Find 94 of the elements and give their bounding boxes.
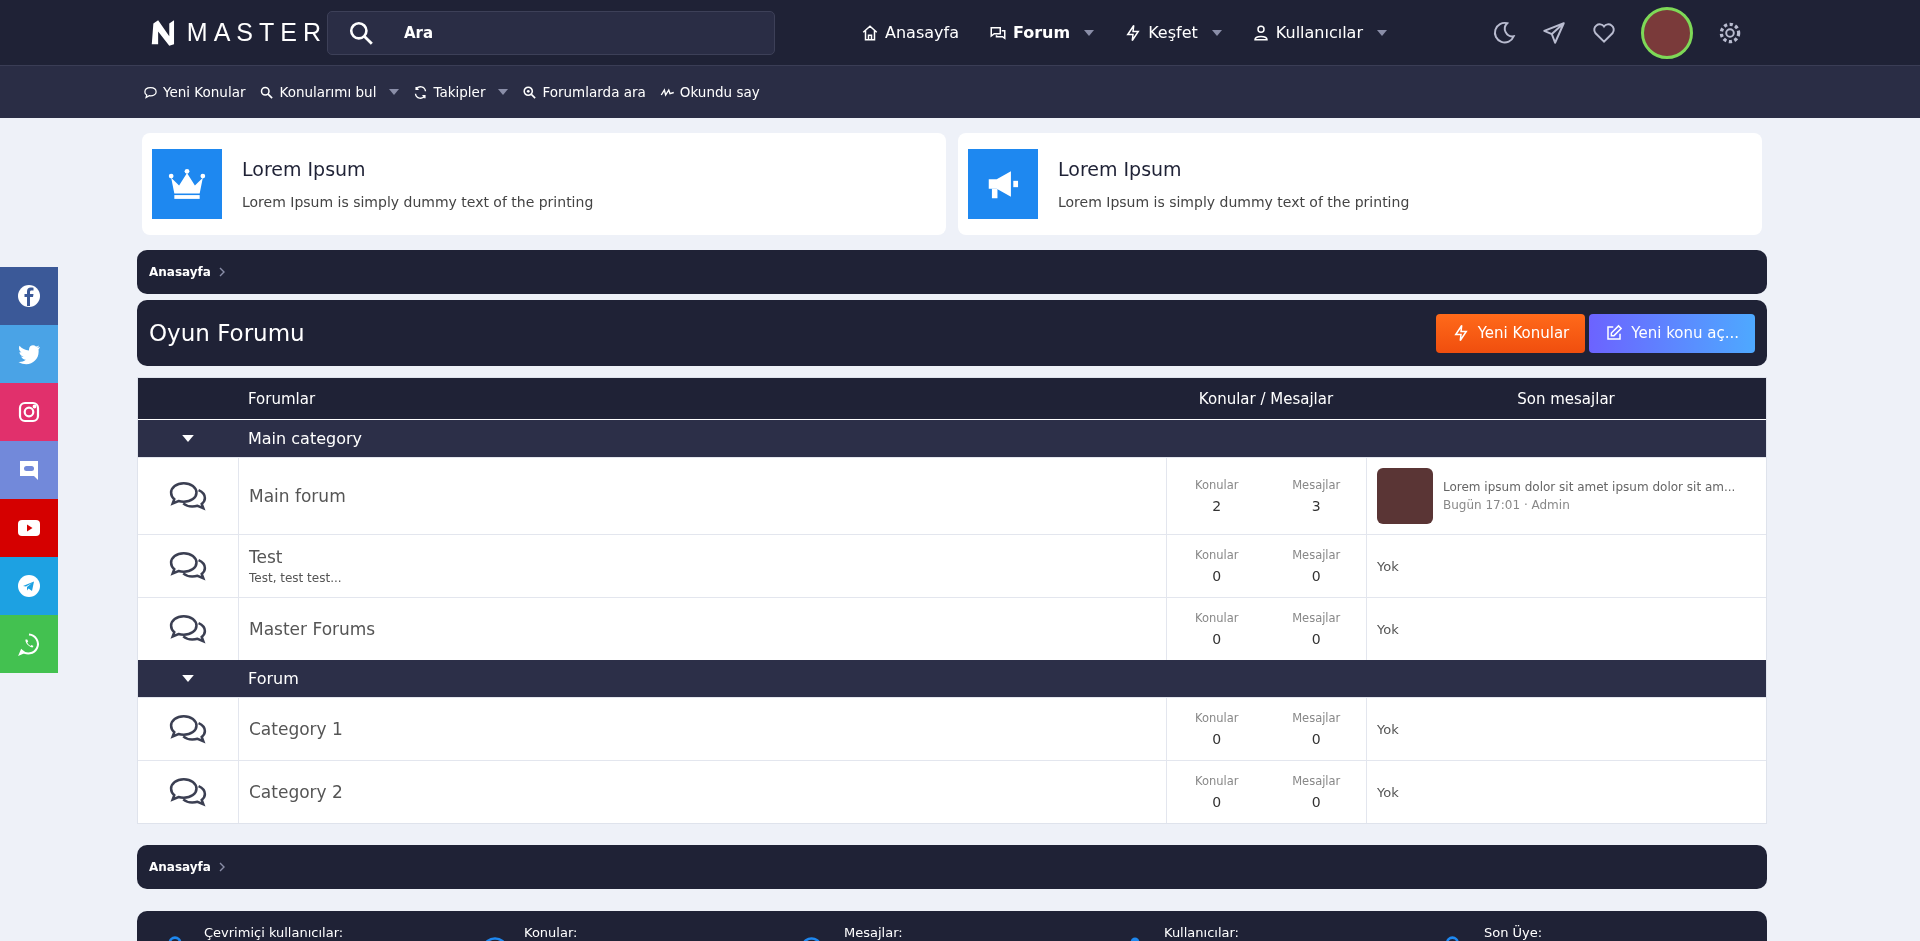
instagram-icon [17, 400, 41, 424]
discord-icon [17, 458, 41, 482]
stat-label: Konular [1193, 478, 1240, 492]
column-header: Forumlar [248, 389, 316, 408]
home-icon [861, 23, 879, 42]
stat-value: 0 [1211, 731, 1223, 747]
sub-nav-link[interactable]: Konularımı bul [259, 84, 400, 100]
stat-value: 0 [1310, 731, 1322, 747]
user-avatar[interactable] [1641, 6, 1693, 59]
stat-label: Konular [1193, 611, 1240, 625]
stat-label: Mesajlar [1291, 478, 1342, 492]
twitter-icon [17, 342, 41, 366]
stat-label: Mesajlar: [844, 925, 903, 940]
edit-icon [1605, 324, 1624, 342]
breadcrumb-link[interactable]: Anasayfa [149, 265, 211, 279]
moon-icon[interactable] [1491, 19, 1517, 46]
chevron-icon [218, 862, 225, 872]
card-title: Lorem Ipsum [242, 158, 367, 180]
whatsapp-icon [17, 632, 41, 656]
logo-text[interactable]: MASTER [186, 18, 327, 47]
social-share-button[interactable] [0, 267, 58, 325]
refresh-icon [413, 84, 429, 100]
nav-tab[interactable]: Keşfet [1124, 23, 1222, 42]
card-title: Lorem Ipsum [1058, 158, 1183, 180]
search-bar[interactable]: Ara [327, 10, 775, 55]
nav-tab[interactable]: Kullanıcılar [1251, 23, 1387, 42]
chat-icon [143, 84, 158, 100]
empty-text: Yok [1377, 621, 1399, 637]
facebook-icon [17, 284, 41, 308]
forum-description: Test, test test... [249, 571, 342, 585]
social-share-button[interactable] [0, 441, 58, 499]
user-icon [1251, 23, 1270, 42]
nav-tab[interactable]: Forum [988, 23, 1095, 42]
stat-value: 3 [1310, 498, 1322, 514]
stat-value: 0 [1211, 794, 1223, 810]
stat-value: 2 [1211, 498, 1223, 514]
chat-bubbles-icon [169, 713, 207, 745]
chevron-icon [218, 267, 225, 277]
stat-label: Mesajlar [1291, 611, 1342, 625]
sub-nav-link[interactable]: Okundu say [659, 84, 760, 100]
chat-bubbles-icon [169, 550, 207, 582]
stat-label: Mesajlar [1291, 548, 1342, 562]
chat-bubbles-icon [169, 480, 207, 512]
stat-label: Mesajlar [1291, 711, 1342, 725]
column-header: Son mesajlar [1517, 389, 1615, 408]
stat-label: Konular [1193, 548, 1240, 562]
stat-value: 0 [1310, 568, 1322, 584]
stat-label: Çevrimiçi kullanıcılar: [204, 925, 344, 940]
forum-link[interactable]: Master Forums [249, 619, 376, 639]
forum-link[interactable]: Category 2 [249, 782, 343, 802]
search-icon [259, 84, 275, 100]
stat-value: 0 [1310, 631, 1322, 647]
sub-nav-link[interactable]: Yeni Konular [143, 84, 246, 100]
category-header[interactable]: Main category [138, 420, 1766, 457]
page-title: Oyun Forumu [149, 320, 305, 346]
category-title[interactable]: Main category [248, 429, 362, 448]
stat-label: Konular [1193, 711, 1240, 725]
stat-label: Konular: [524, 925, 578, 940]
forum-link[interactable]: Main forum [249, 486, 346, 506]
social-share-button[interactable] [0, 383, 58, 441]
paper-plane-icon[interactable] [1541, 19, 1567, 46]
stat-label: Mesajlar [1291, 774, 1342, 788]
stat-label: Son Üye: [1484, 925, 1543, 940]
nav-tab[interactable]: Anasayfa [861, 23, 959, 42]
stat-label: Kullanıcılar: [1164, 925, 1239, 940]
card-text: Lorem Ipsum is simply dummy text of the printing [1058, 194, 1410, 210]
card-text: Lorem Ipsum is simply dummy text of the printing [242, 194, 594, 210]
stat-value: 0 [1211, 631, 1223, 647]
column-header: Konular / Mesajlar [1198, 389, 1334, 408]
stat-value: 0 [1211, 568, 1223, 584]
chat-bubbles-icon [169, 776, 207, 808]
social-share-button[interactable] [0, 557, 58, 615]
sub-nav-link[interactable]: Takipler [413, 84, 509, 100]
category-title[interactable]: Forum [248, 669, 299, 688]
sub-nav-link[interactable]: Forumlarda ara [522, 84, 646, 100]
chat-bubbles-icon [169, 613, 207, 645]
last-post-link[interactable]: Lorem ipsum dolor sit amet ipsum dolor sit am... [1443, 480, 1736, 494]
social-share-button[interactable] [0, 499, 58, 557]
search-icon [348, 19, 374, 46]
telegram-icon [17, 574, 41, 598]
breadcrumb-link[interactable]: Anasayfa [149, 860, 211, 874]
caret-icon[interactable] [182, 675, 194, 682]
stat-label: Konular [1193, 774, 1240, 788]
forum-link[interactable]: Category 1 [249, 719, 343, 739]
empty-text: Yok [1377, 558, 1399, 574]
empty-text: Yok [1377, 721, 1399, 737]
category-header[interactable]: Forum [138, 660, 1766, 697]
search-icon [522, 84, 538, 100]
forum-link[interactable]: Test [249, 547, 283, 567]
last-post-meta: Bugün 17:01 · Admin [1443, 498, 1571, 512]
caret-icon[interactable] [182, 435, 194, 442]
stat-value: 0 [1310, 794, 1322, 810]
search-input[interactable]: Ara [404, 11, 774, 54]
empty-text: Yok [1377, 784, 1399, 800]
